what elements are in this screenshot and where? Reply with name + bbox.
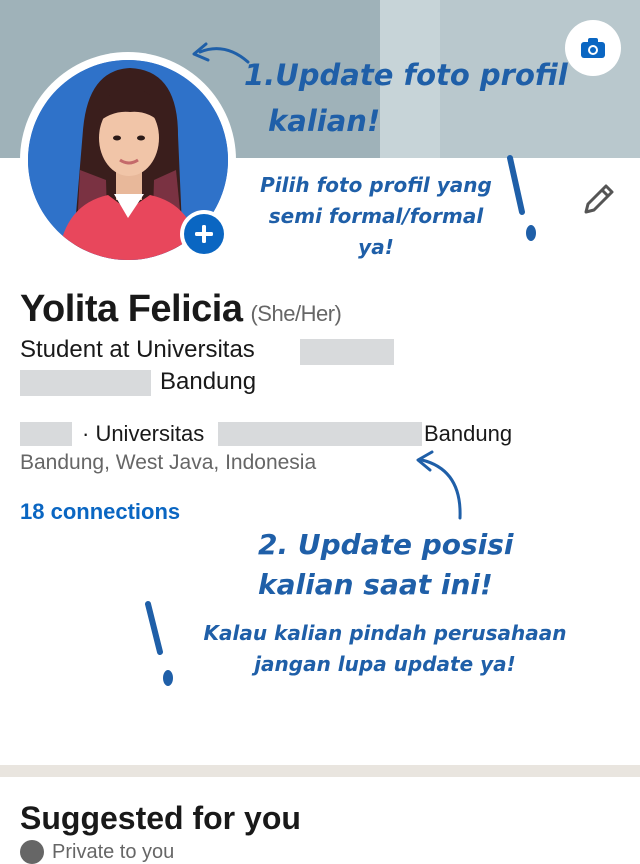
exclamation-stroke-2 (145, 601, 163, 655)
suggested-title: Suggested for you (20, 800, 301, 836)
annotation-strokes (145, 42, 536, 686)
exclamation-dot-1 (526, 225, 536, 241)
suggested-subtitle: Private to you (52, 840, 175, 863)
suggested-subtitle-row: Private to you (20, 840, 174, 864)
exclamation-dot-2 (163, 670, 173, 686)
eye-icon (20, 840, 44, 864)
exclamation-stroke-1 (507, 155, 525, 215)
section-divider (0, 765, 640, 777)
